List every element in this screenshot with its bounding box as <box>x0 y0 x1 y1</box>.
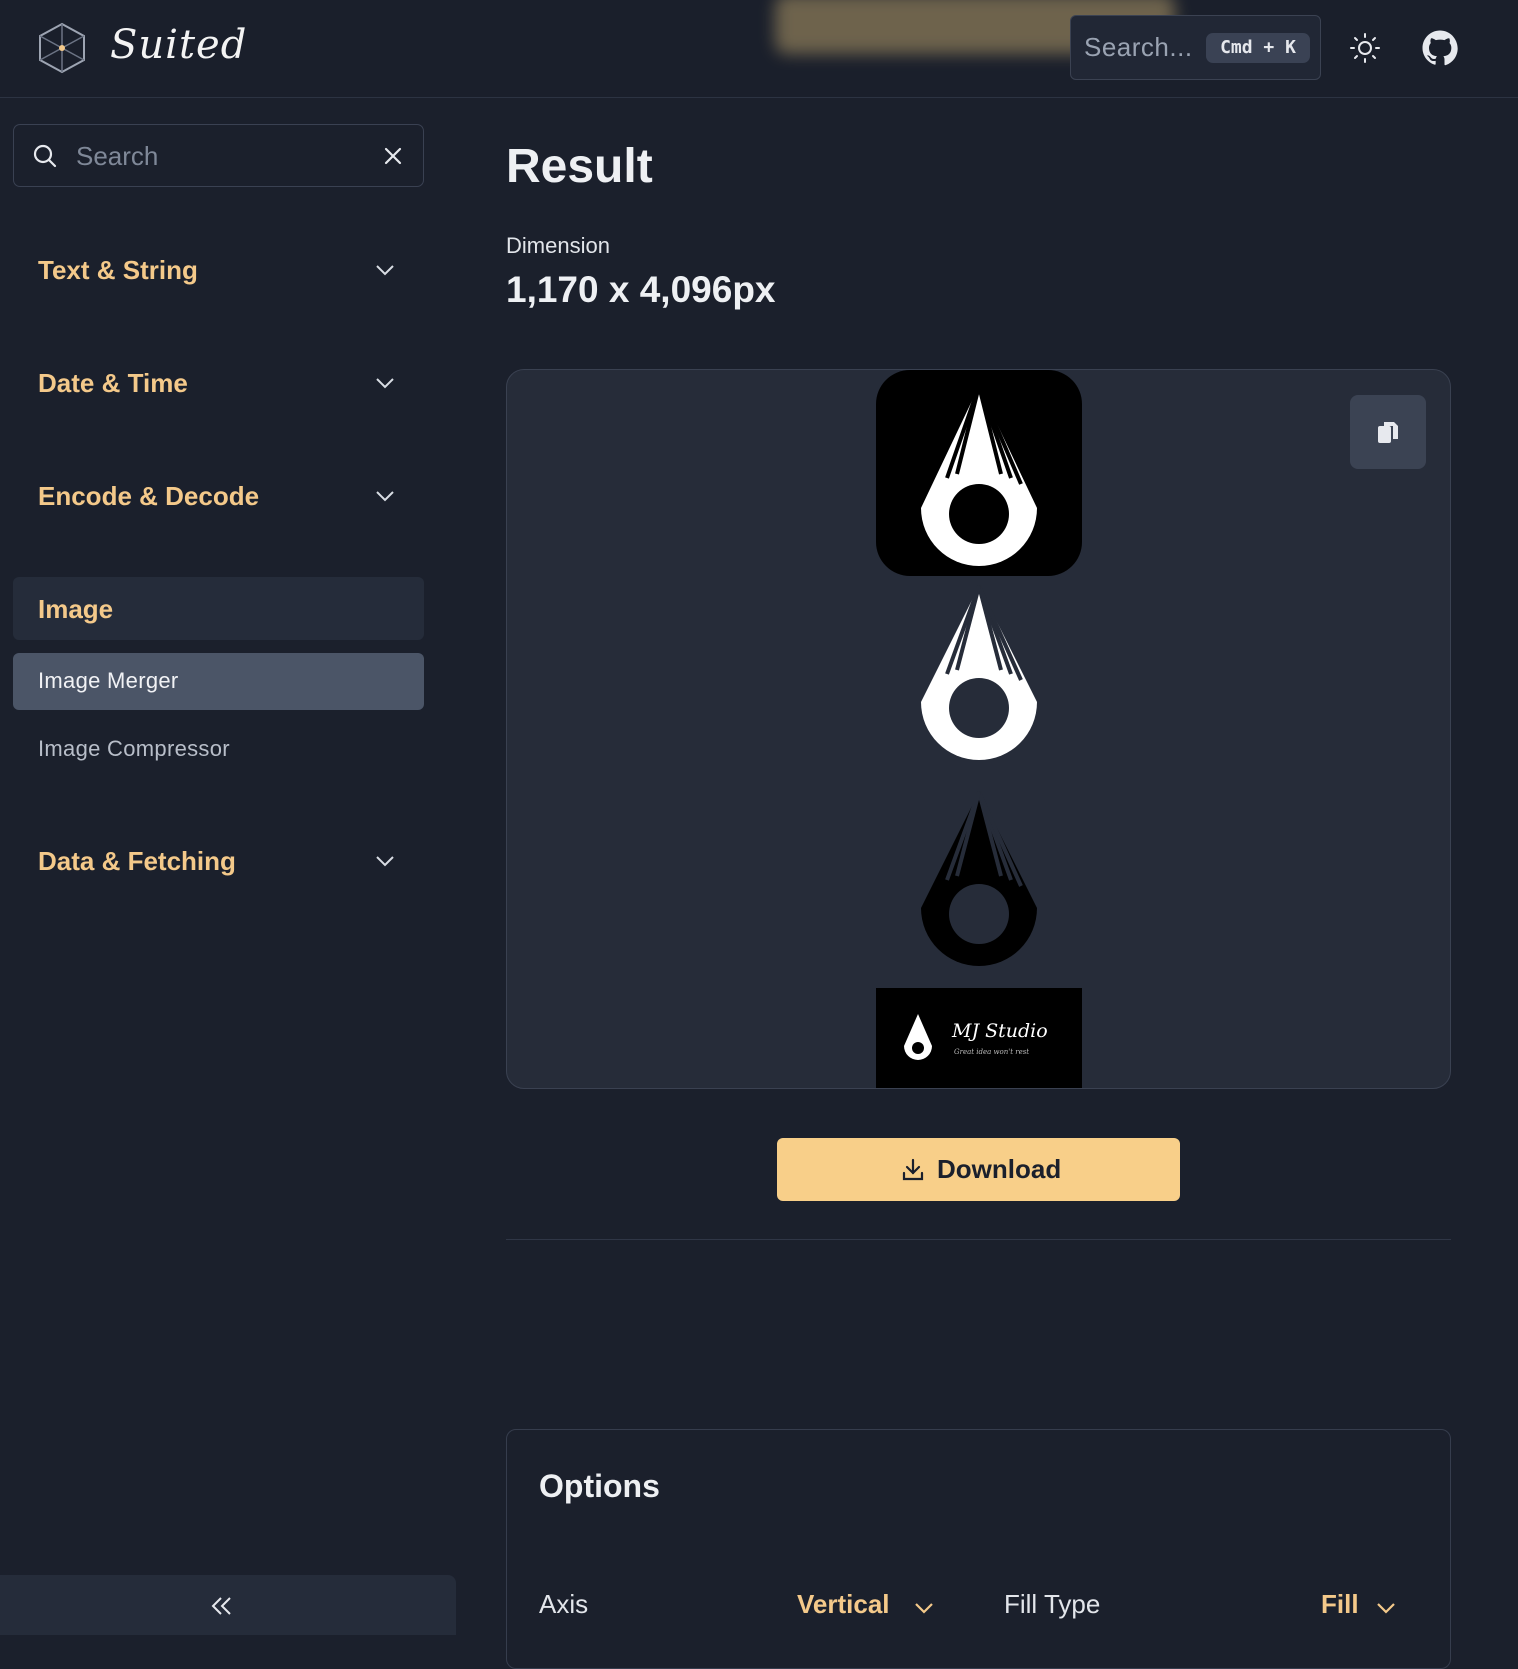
sidebar-item-image-merger[interactable]: Image Merger <box>13 653 424 710</box>
axis-label: Axis <box>539 1589 589 1619</box>
page-title: Result <box>506 140 653 193</box>
sidebar: Text & String Date & Time Encode & Decod… <box>0 99 456 1635</box>
close-icon[interactable] <box>382 145 404 167</box>
chevron-down-icon[interactable] <box>913 1597 935 1619</box>
category-text-string[interactable]: Text & String <box>38 249 398 289</box>
chevron-down-icon <box>376 265 394 276</box>
chevron-down-icon <box>376 856 394 867</box>
dimension-label: Dimension <box>506 233 610 258</box>
copy-icon <box>1378 422 1398 443</box>
sidebar-search-input[interactable] <box>76 137 376 175</box>
category-label: Image <box>38 594 114 624</box>
sun-icon[interactable] <box>1345 28 1385 68</box>
search-shortcut-badge: Cmd + K <box>1206 33 1310 63</box>
sidebar-item-label: Image Merger <box>38 668 179 693</box>
banner-tagline-text: Great idea won't rest <box>954 1048 1030 1056</box>
category-label: Encode & Decode <box>38 481 260 511</box>
category-image[interactable]: Image <box>13 577 424 640</box>
github-icon[interactable] <box>1420 28 1460 68</box>
download-icon <box>902 1158 924 1181</box>
axis-select[interactable]: Vertical <box>797 1589 890 1620</box>
global-search-button[interactable]: Search... Cmd + K <box>1070 15 1321 80</box>
options-title: Options <box>539 1468 660 1504</box>
chevron-down-icon <box>376 378 394 389</box>
search-icon <box>33 144 57 168</box>
sidebar-item-image-compressor[interactable]: Image Compressor <box>38 736 230 762</box>
drop-logo-white <box>921 585 1037 760</box>
drop-logo-black <box>921 791 1037 966</box>
category-label: Date & Time <box>38 368 188 398</box>
collapse-sidebar-button[interactable] <box>0 1575 456 1635</box>
fill-type-select[interactable]: Fill <box>1321 1589 1359 1620</box>
cube-logo-icon[interactable] <box>38 22 86 74</box>
dimension-value: 1,170 x 4,096px <box>506 269 776 310</box>
chevron-down-icon <box>376 491 394 502</box>
category-label: Data & Fetching <box>38 846 236 876</box>
sidebar-search <box>13 124 424 187</box>
divider <box>506 1239 1451 1240</box>
download-button[interactable]: Download <box>777 1138 1180 1201</box>
category-encode-decode[interactable]: Encode & Decode <box>38 475 398 515</box>
double-chevron-left-icon <box>211 1597 231 1615</box>
copy-button[interactable] <box>1350 395 1426 469</box>
mj-studio-banner: MJ Studio Great idea won't rest <box>876 988 1082 1088</box>
category-data-fetching[interactable]: Data & Fetching <box>38 840 398 880</box>
drop-logo-small <box>904 1014 932 1060</box>
drop-logo-black-tile <box>876 370 1082 576</box>
global-search-placeholder: Search... <box>1084 32 1193 62</box>
brand-name[interactable]: Suited <box>110 22 247 68</box>
category-label: Text & String <box>38 255 198 285</box>
top-bar: Suited Search... Cmd + K <box>0 0 1518 98</box>
merged-image-preview: MJ Studio Great idea won't rest <box>506 369 1451 1089</box>
fill-type-label: Fill Type <box>1004 1589 1101 1619</box>
category-date-time[interactable]: Date & Time <box>38 362 398 402</box>
options-panel: Options Axis Vertical Fill Type Fill <box>506 1429 1451 1669</box>
chevron-down-icon[interactable] <box>1375 1597 1397 1619</box>
download-label: Download <box>937 1154 1062 1184</box>
banner-brand-text: MJ Studio <box>952 1020 1048 1042</box>
